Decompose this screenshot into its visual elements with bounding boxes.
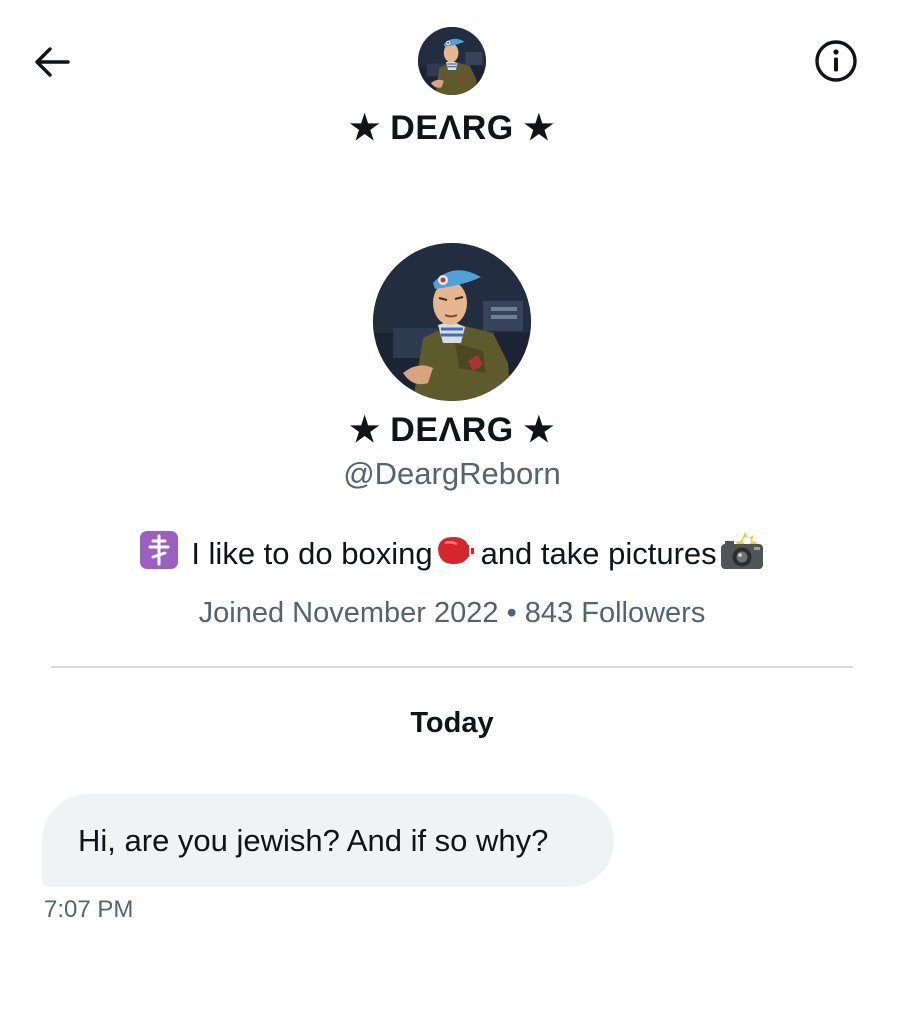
- camera-with-flash-icon: [719, 530, 765, 578]
- orthodox-cross-icon: [139, 530, 179, 578]
- info-circle-icon: [815, 40, 857, 82]
- header-title[interactable]: ★ DEΛRG ★: [0, 108, 904, 148]
- divider: [51, 666, 853, 668]
- arrow-left-icon: [35, 47, 70, 77]
- conversation-info-button[interactable]: [812, 37, 860, 85]
- profile-display-name: ★ DEΛRG ★: [349, 411, 555, 449]
- profile-handle: @DeargReborn: [343, 456, 561, 491]
- followers-count[interactable]: 843 Followers: [525, 597, 706, 629]
- bio-text-2: and take pictures: [480, 536, 717, 571]
- boxing-glove-icon: [435, 533, 479, 575]
- message-text: Hi, are you jewish? And if so why?: [78, 822, 549, 858]
- profile-meta: Joined November 2022 • 843 Followers: [0, 597, 904, 630]
- date-separator: Today: [410, 707, 494, 739]
- bio-text-1: I like to do boxing: [191, 536, 433, 571]
- back-button[interactable]: [28, 38, 76, 86]
- joined-date: Joined November 2022: [198, 597, 499, 629]
- message-timestamp: 7:07 PM: [44, 896, 134, 923]
- header-avatar[interactable]: [418, 27, 486, 95]
- profile-avatar[interactable]: [373, 243, 531, 401]
- profile-bio: I like to do boxing and take pictures: [0, 530, 904, 578]
- conversation-header: ★ DEΛRG ★: [0, 0, 904, 170]
- message-bubble[interactable]: Hi, are you jewish? And if so why?: [42, 794, 614, 887]
- meta-separator: •: [506, 597, 517, 629]
